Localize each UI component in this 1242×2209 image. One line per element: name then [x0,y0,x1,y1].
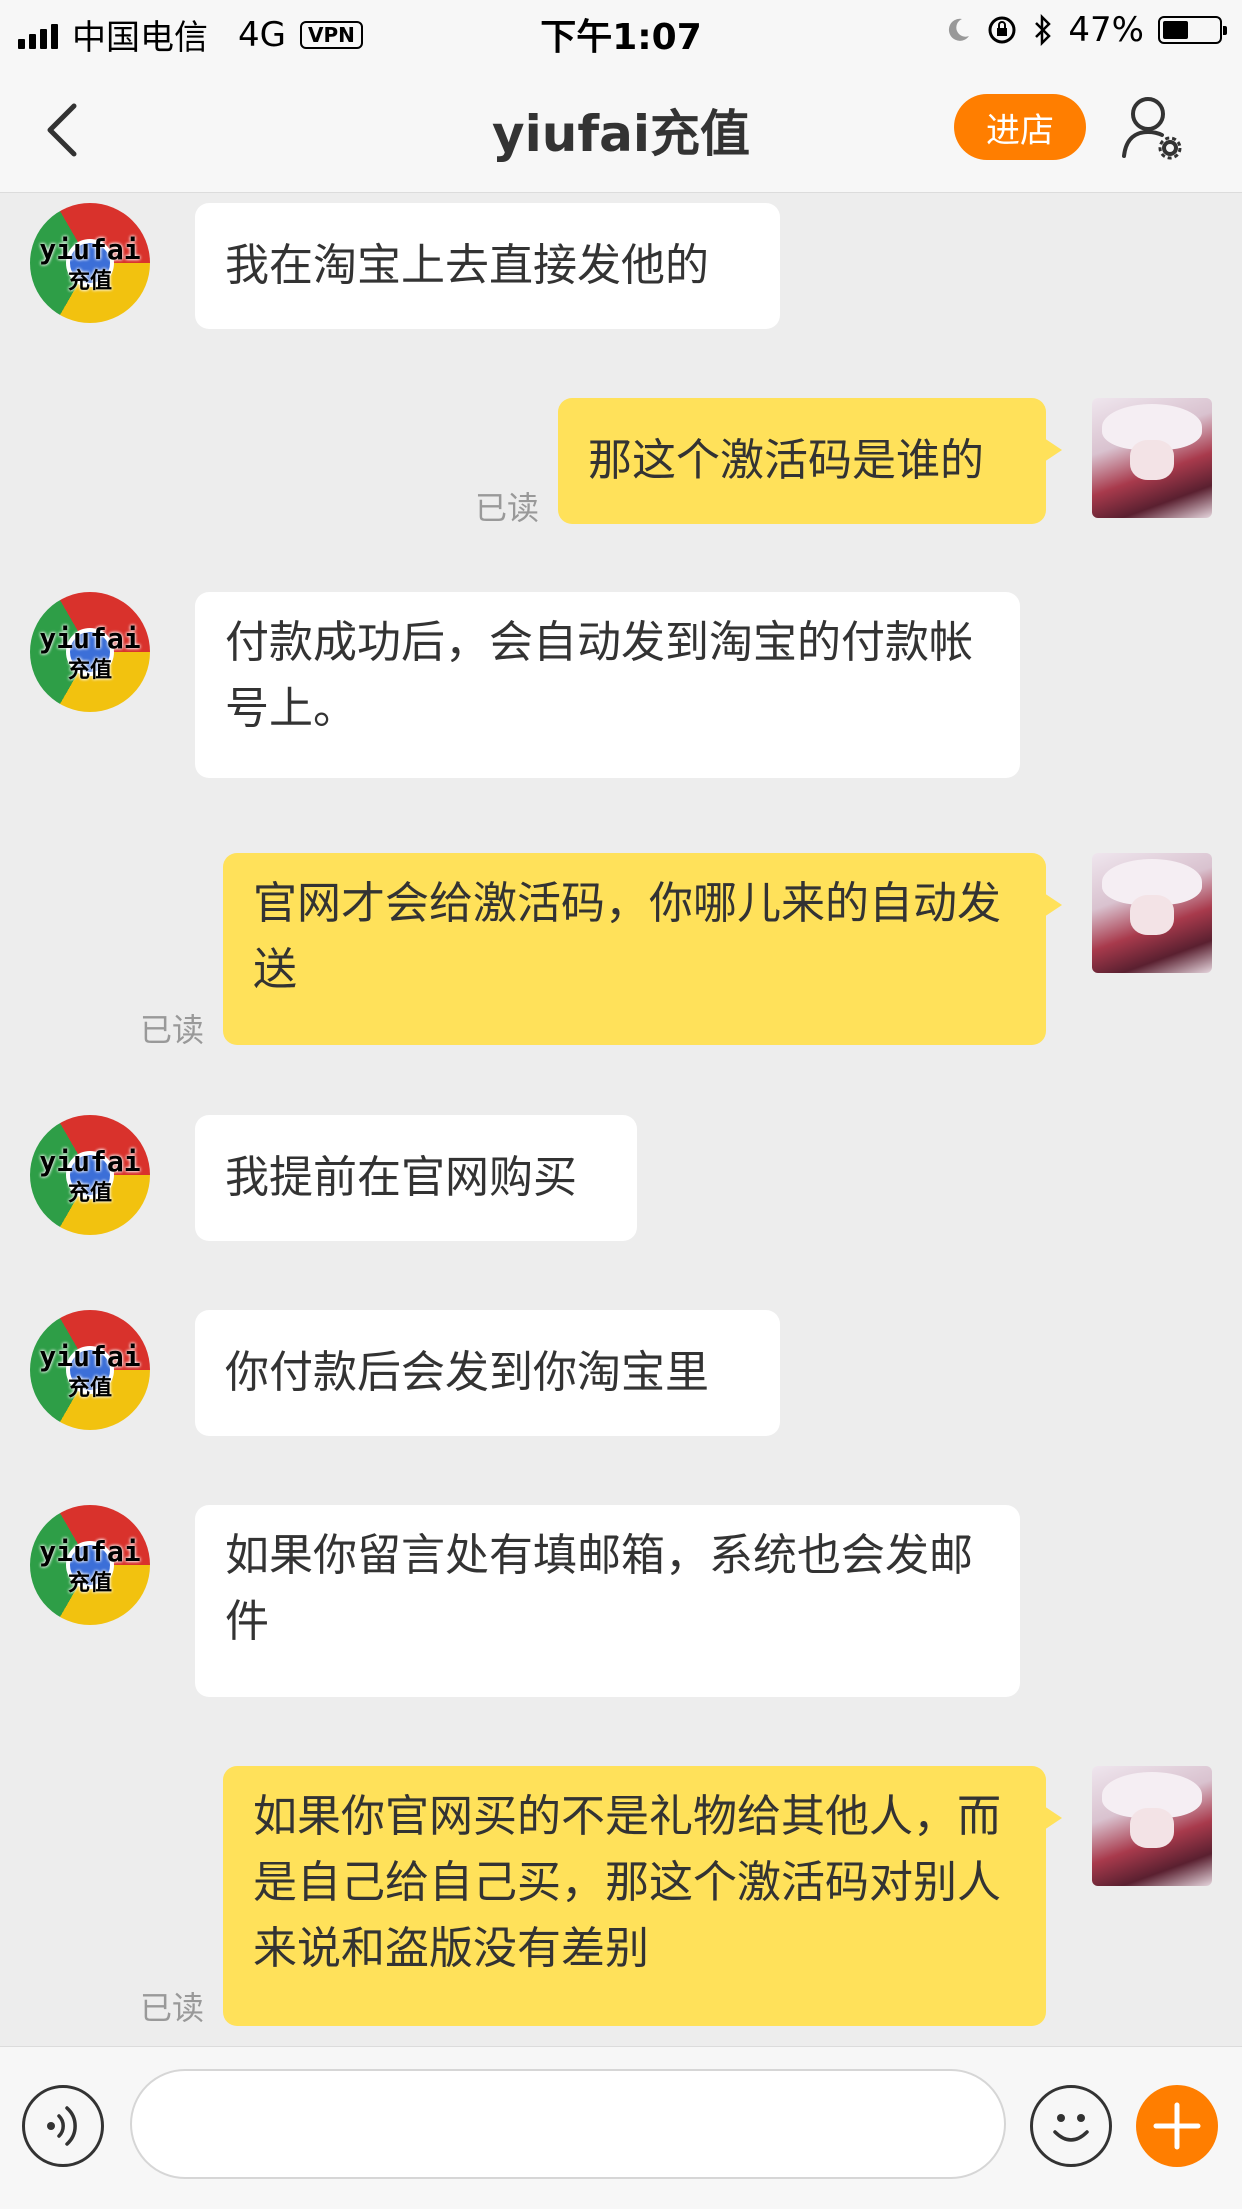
user-avatar[interactable] [1092,1766,1212,1886]
message-bubble[interactable]: 我在淘宝上去直接发他的 [195,203,780,329]
moon-icon [949,18,970,41]
shop-avatar[interactable]: yiufai 充值 [30,203,150,323]
message-bubble[interactable]: 官网才会给激活码，你哪儿来的自动发送 [223,853,1062,1045]
shop-avatar[interactable]: yiufai 充值 [30,1115,150,1235]
shop-avatar[interactable]: yiufai 充值 [30,1505,150,1625]
more-plus-button[interactable] [1136,2085,1218,2167]
message-bubble[interactable]: 我提前在官网购买 [195,1115,637,1241]
battery-icon [1158,16,1227,44]
message-bubble[interactable]: 如果你留言处有填邮箱，系统也会发邮件 [195,1505,1020,1697]
battery-percent: 47% [1068,10,1144,50]
smiley-icon [1053,2114,1089,2142]
voice-icon [47,2106,77,2146]
user-settings-icon[interactable] [1120,92,1184,162]
nav-bar: yiufai充值 进店 [0,62,1242,193]
message-bubble[interactable]: 那这个激活码是谁的 [558,398,1062,524]
rotation-lock-icon [988,16,1016,44]
plus-icon [1153,2102,1201,2150]
bluetooth-icon [1035,14,1052,46]
message-bubble[interactable]: 如果你官网买的不是礼物给其他人，而是自己给自己买，那这个激活码对别人来说和盗版没… [223,1766,1062,2026]
status-right: 47% [944,10,1227,50]
shop-avatar[interactable]: yiufai 充值 [30,592,150,712]
message-bubble[interactable]: 付款成功后，会自动发到淘宝的付款帐号上。 [195,592,1020,778]
emoji-button[interactable] [1030,2085,1112,2167]
read-receipt: 已读 [140,1989,205,2027]
chat-area[interactable]: yiufai 充值 我在淘宝上去直接发他的 已读 那这个激活码是谁的 yiufa… [0,193,1242,2045]
read-receipt: 已读 [475,489,540,527]
message-bubble[interactable]: 你付款后会发到你淘宝里 [195,1310,780,1436]
message-input[interactable] [130,2069,1006,2179]
enter-store-button[interactable]: 进店 [954,94,1086,160]
input-bar [0,2046,1242,2209]
user-avatar[interactable] [1092,398,1212,518]
read-receipt: 已读 [140,1011,205,1049]
status-bar: 中国电信 4G VPN 下午1:07 47% [0,0,1242,62]
user-avatar[interactable] [1092,853,1212,973]
shop-avatar[interactable]: yiufai 充值 [30,1310,150,1430]
voice-button[interactable] [22,2085,104,2167]
